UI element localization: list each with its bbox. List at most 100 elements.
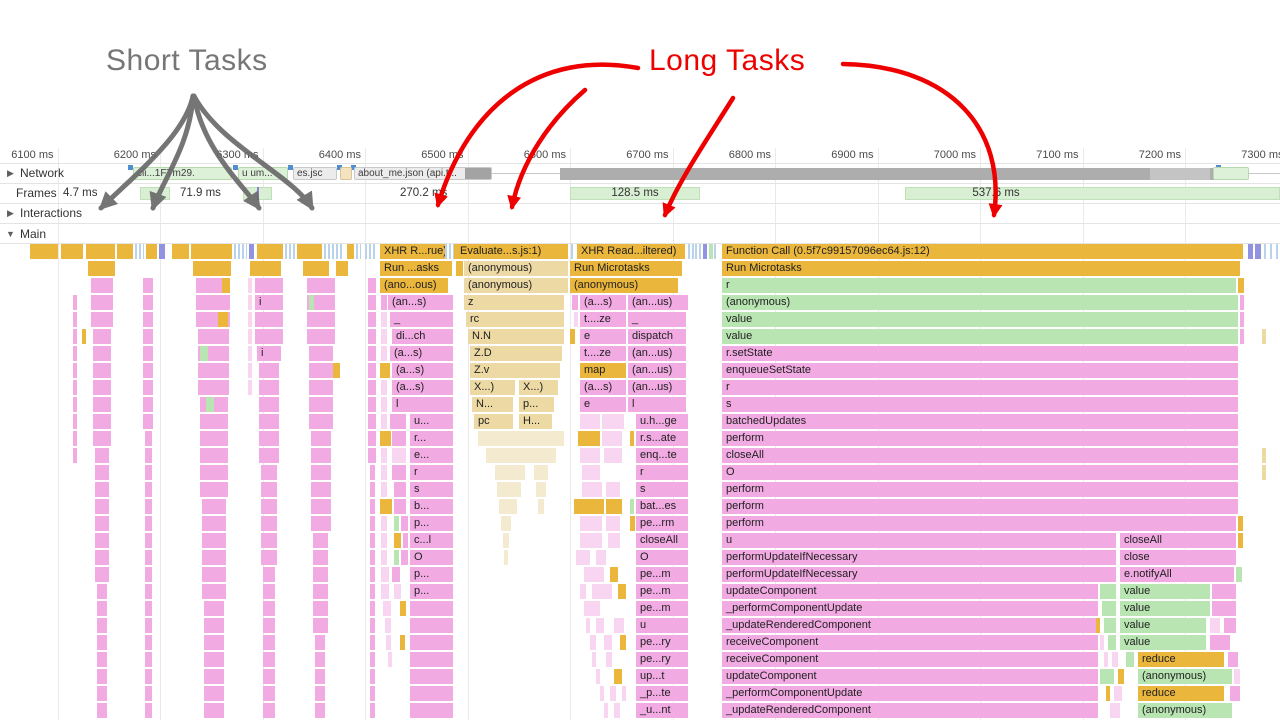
track-label-main[interactable]: Main <box>20 227 46 241</box>
flame-fragment[interactable] <box>572 295 578 310</box>
flame-bar[interactable]: enq...te <box>636 448 688 463</box>
flame-bar[interactable]: t....ze <box>580 312 626 327</box>
flame-fragment[interactable] <box>200 346 208 361</box>
flame-fragment[interactable] <box>368 363 376 378</box>
flame-fragment[interactable] <box>145 567 152 582</box>
flame-fragment[interactable] <box>368 312 376 327</box>
flame-fragment[interactable] <box>709 244 713 259</box>
flame-fragment[interactable] <box>497 482 521 497</box>
flame-fragment[interactable] <box>370 601 375 616</box>
flame-fragment[interactable] <box>145 652 152 667</box>
flame-fragment[interactable] <box>193 261 231 276</box>
flame-fragment[interactable] <box>604 448 622 463</box>
flame-fragment[interactable] <box>381 550 387 565</box>
flame-fragment[interactable] <box>370 482 375 497</box>
flame-bar[interactable]: l <box>392 397 453 412</box>
network-request-chip[interactable]: about_me.json (api.t... <box>354 167 492 180</box>
flame-fragment[interactable] <box>198 329 229 344</box>
flame-bar[interactable]: (a...s) <box>392 363 453 378</box>
flame-fragment[interactable] <box>614 703 620 718</box>
flame-fragment[interactable] <box>534 465 548 480</box>
flame-fragment[interactable] <box>1114 686 1122 701</box>
flame-fragment[interactable] <box>255 278 283 293</box>
flame-fragment[interactable] <box>714 244 718 259</box>
frame-bar[interactable] <box>140 187 170 200</box>
flame-fragment[interactable] <box>261 533 277 548</box>
flame-fragment[interactable] <box>263 652 275 667</box>
flame-fragment[interactable] <box>578 431 600 446</box>
network-request-chip[interactable] <box>340 167 352 180</box>
flame-fragment[interactable] <box>381 312 387 327</box>
flame-fragment[interactable] <box>200 465 228 480</box>
flame-fragment[interactable] <box>478 431 564 446</box>
flame-bar[interactable]: (anonymous) <box>1138 703 1232 718</box>
flame-bar[interactable]: (a...s) <box>390 346 453 361</box>
flame-fragment[interactable] <box>97 686 107 701</box>
flame-fragment[interactable] <box>606 482 620 497</box>
flame-fragment[interactable] <box>410 669 453 684</box>
flame-fragment[interactable] <box>200 448 228 463</box>
flame-bar[interactable]: Run Microtasks <box>722 261 1240 276</box>
flame-bar[interactable]: N.N <box>468 329 564 344</box>
flame-bar[interactable]: (a...s) <box>392 380 453 395</box>
flame-fragment[interactable] <box>592 652 596 667</box>
flame-fragment[interactable] <box>1234 669 1240 684</box>
flame-bar[interactable]: (anonymous) <box>464 261 568 276</box>
flame-fragment[interactable] <box>368 397 376 412</box>
flame-fragment[interactable] <box>255 312 283 327</box>
flame-fragment[interactable] <box>394 533 401 548</box>
flame-bar[interactable]: p... <box>519 397 554 412</box>
flame-fragment[interactable] <box>1110 703 1120 718</box>
flame-fragment[interactable] <box>309 346 333 361</box>
flame-fragment[interactable] <box>145 686 152 701</box>
flame-fragment[interactable] <box>1100 635 1104 650</box>
flame-fragment[interactable] <box>582 465 600 480</box>
network-request-chip[interactable]: cli...1FTm29. <box>133 167 232 180</box>
flame-fragment[interactable] <box>1230 686 1240 701</box>
flame-fragment[interactable] <box>400 635 405 650</box>
flame-fragment[interactable] <box>368 346 376 361</box>
flame-fragment[interactable] <box>381 567 389 582</box>
flame-fragment[interactable] <box>580 584 586 599</box>
flame-fragment[interactable] <box>248 329 252 344</box>
flame-fragment[interactable] <box>1240 312 1244 327</box>
flame-bar[interactable]: di...ch <box>392 329 453 344</box>
flame-bar[interactable]: s <box>410 482 453 497</box>
flame-fragment[interactable] <box>1210 618 1220 633</box>
flame-fragment[interactable] <box>596 550 606 565</box>
flame-bar[interactable]: pe...m <box>636 584 688 599</box>
flame-bar[interactable]: (an...s) <box>388 295 453 310</box>
flame-fragment[interactable] <box>93 329 111 344</box>
flame-fragment[interactable] <box>1262 329 1266 344</box>
flame-fragment[interactable] <box>381 516 387 531</box>
flame-fragment[interactable] <box>580 533 602 548</box>
flame-fragment[interactable] <box>456 261 463 276</box>
flame-fragment[interactable] <box>495 465 525 480</box>
flame-fragment[interactable] <box>1102 601 1116 616</box>
flame-bar[interactable]: N... <box>472 397 513 412</box>
flame-fragment[interactable] <box>388 652 392 667</box>
flame-fragment[interactable] <box>570 329 575 344</box>
flame-fragment[interactable] <box>1240 295 1244 310</box>
flame-bar[interactable]: up...t <box>636 669 688 684</box>
flame-fragment[interactable] <box>204 618 224 633</box>
flame-fragment[interactable] <box>73 295 77 310</box>
flame-bar[interactable]: perform <box>722 516 1236 531</box>
flame-fragment[interactable] <box>1276 244 1280 259</box>
flame-fragment[interactable] <box>97 635 107 650</box>
flame-fragment[interactable] <box>73 312 77 327</box>
flame-fragment[interactable] <box>311 482 331 497</box>
flame-fragment[interactable] <box>381 329 387 344</box>
flame-bar[interactable]: _performComponentUpdate <box>722 601 1098 616</box>
flame-bar[interactable]: performUpdateIfNecessary <box>722 550 1116 565</box>
flame-fragment[interactable] <box>263 635 275 650</box>
flame-bar[interactable]: reduce <box>1138 652 1224 667</box>
flame-fragment[interactable] <box>410 652 453 667</box>
flame-fragment[interactable] <box>145 635 152 650</box>
flame-fragment[interactable] <box>614 618 624 633</box>
flame-fragment[interactable] <box>584 567 604 582</box>
flame-fragment[interactable] <box>315 686 325 701</box>
flame-fragment[interactable] <box>1270 244 1274 259</box>
flame-fragment[interactable] <box>135 244 144 259</box>
flame-fragment[interactable] <box>91 312 113 327</box>
